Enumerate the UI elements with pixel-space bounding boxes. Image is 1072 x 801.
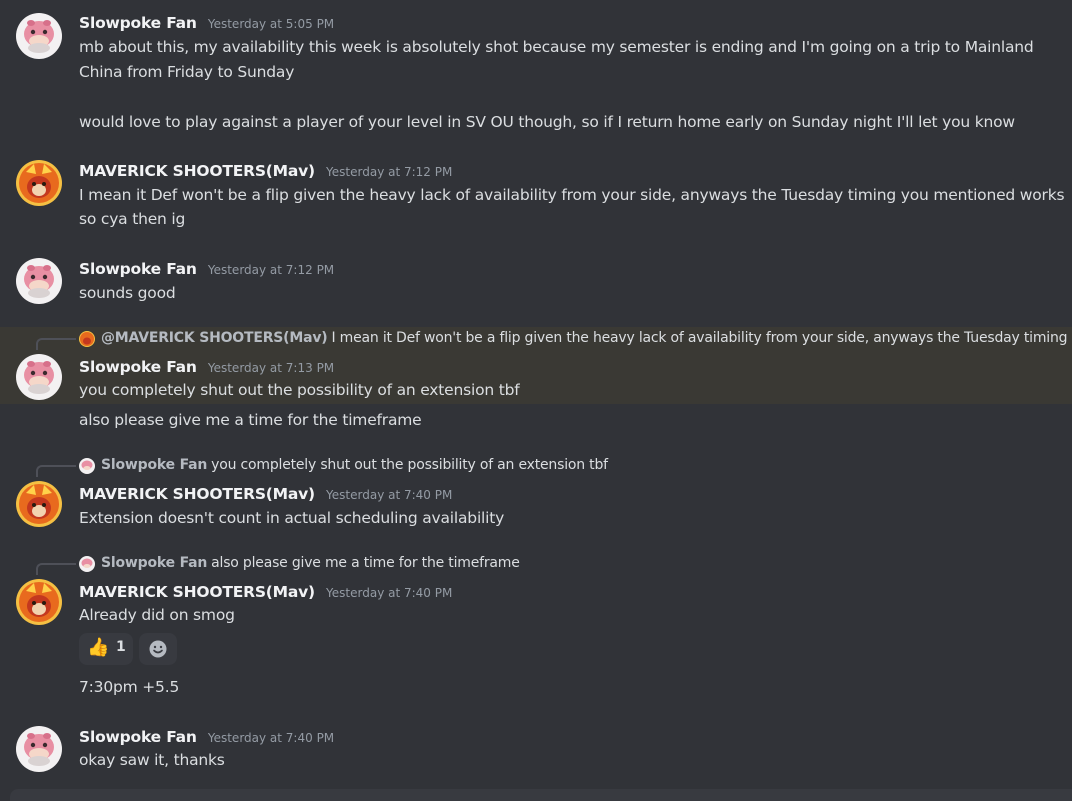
- timestamp: Yesterday at 5:05 PM: [207, 17, 335, 31]
- avatar[interactable]: [16, 354, 62, 400]
- timestamp: Yesterday at 7:40 PM: [326, 586, 453, 600]
- username[interactable]: Slowpoke Fan: [79, 728, 197, 746]
- reply-spine: [36, 563, 76, 575]
- chat-messages: Slowpoke Fan Yesterday at 5:05 PM mb abo…: [0, 0, 1072, 801]
- message: MAVERICK SHOOTERS(Mav) Yesterday at 7:12…: [0, 150, 1072, 240]
- username[interactable]: MAVERICK SHOOTERS(Mav): [79, 583, 315, 601]
- reply-author[interactable]: Slowpoke Fan: [101, 457, 207, 473]
- reply-text[interactable]: you completely shut out the possibility …: [211, 457, 608, 473]
- message: Slowpoke Fan also please give me a time f…: [0, 552, 1072, 702]
- message-text: 7:30pm +5.5: [79, 678, 180, 696]
- reply-avatar: [79, 458, 95, 474]
- message-text: Already did on smog: [79, 606, 235, 624]
- reply-avatar: [79, 331, 95, 347]
- message-text: mb about this, my availability this week…: [79, 38, 1034, 56]
- infernape-avatar-icon: [16, 160, 62, 206]
- timestamp: Yesterday at 7:13 PM: [207, 361, 335, 375]
- thumbs-up-icon: 👍: [87, 637, 110, 658]
- reaction-count: 1: [116, 639, 126, 655]
- timestamp: Yesterday at 7:12 PM: [207, 263, 335, 277]
- avatar[interactable]: [16, 726, 62, 772]
- message-text: would love to play against a player of y…: [79, 113, 1015, 131]
- message: Slowpoke Fan you completely shut out the …: [0, 454, 1072, 534]
- message-text: sounds good: [79, 284, 176, 302]
- slowpoke-avatar-icon: [16, 354, 62, 400]
- avatar[interactable]: [16, 579, 62, 625]
- infernape-avatar-icon: [16, 579, 62, 625]
- reply-spine: [36, 465, 76, 477]
- message: Slowpoke Fan Yesterday at 7:12 PM sounds…: [0, 248, 1072, 310]
- reply-text[interactable]: I mean it Def won't be a flip given the …: [331, 330, 1072, 346]
- add-reaction-button[interactable]: [139, 633, 177, 665]
- reply-author[interactable]: Slowpoke Fan: [101, 555, 207, 571]
- reply-spine: [36, 338, 76, 350]
- message-text: China from Friday to Sunday: [79, 63, 295, 81]
- avatar[interactable]: [16, 481, 62, 527]
- slowpoke-avatar-icon: [16, 258, 62, 304]
- username[interactable]: MAVERICK SHOOTERS(Mav): [79, 485, 315, 503]
- slowpoke-avatar-icon: [16, 726, 62, 772]
- username[interactable]: MAVERICK SHOOTERS(Mav): [79, 162, 315, 180]
- avatar[interactable]: [16, 13, 62, 59]
- slowpoke-avatar-icon: [79, 458, 95, 474]
- message-highlighted: @MAVERICK SHOOTERS(Mav) I mean it Def won…: [0, 327, 1072, 404]
- infernape-avatar-icon: [79, 331, 95, 347]
- timestamp: Yesterday at 7:40 PM: [207, 731, 335, 745]
- reply-avatar: [79, 556, 95, 572]
- timestamp: Yesterday at 7:12 PM: [326, 165, 453, 179]
- infernape-avatar-icon: [16, 481, 62, 527]
- slowpoke-avatar-icon: [16, 13, 62, 59]
- message-text: Extension doesn't count in actual schedu…: [79, 509, 505, 527]
- avatar[interactable]: [16, 160, 62, 206]
- message: Slowpoke Fan Yesterday at 7:40 PM okay s…: [0, 716, 1072, 784]
- reply-text[interactable]: also please give me a time for the timef…: [211, 555, 520, 571]
- reply-author[interactable]: @MAVERICK SHOOTERS(Mav): [101, 330, 328, 346]
- username[interactable]: Slowpoke Fan: [79, 260, 197, 278]
- message-text: so cya then ig: [79, 210, 186, 228]
- message-text: also please give me a time for the timef…: [79, 411, 422, 429]
- reaction-thumbs-up[interactable]: 👍 1: [79, 633, 133, 665]
- message-composer[interactable]: [10, 789, 1072, 801]
- username[interactable]: Slowpoke Fan: [79, 358, 197, 376]
- message-text: okay saw it, thanks: [79, 751, 225, 769]
- add-reaction-icon: [149, 640, 167, 658]
- slowpoke-avatar-icon: [79, 556, 95, 572]
- avatar[interactable]: [16, 258, 62, 304]
- message-text: you completely shut out the possibility …: [79, 381, 520, 399]
- username[interactable]: Slowpoke Fan: [79, 14, 197, 32]
- message-text: I mean it Def won't be a flip given the …: [79, 186, 1065, 204]
- message: Slowpoke Fan Yesterday at 5:05 PM mb abo…: [0, 0, 1072, 140]
- timestamp: Yesterday at 7:40 PM: [326, 488, 453, 502]
